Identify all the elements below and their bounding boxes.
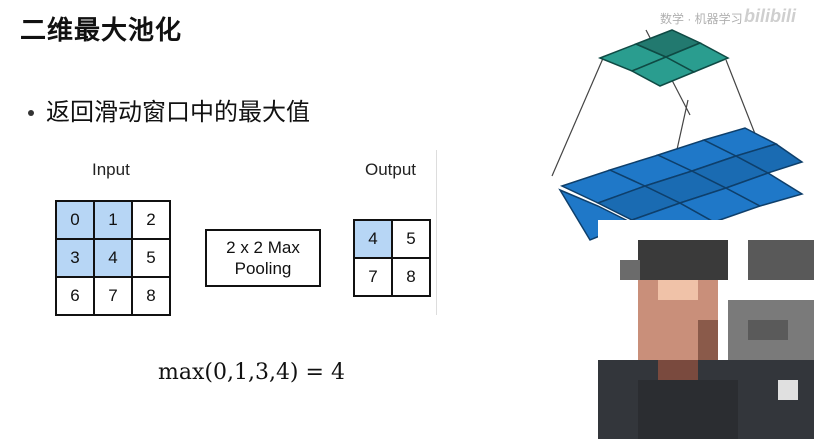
input-cell: 6 <box>55 276 95 316</box>
input-cell: 0 <box>55 200 95 240</box>
input-grid: 0 1 2 3 4 5 6 7 8 <box>55 200 171 316</box>
max-pooling-box: 2 x 2 Max Pooling <box>205 229 321 287</box>
input-cell: 3 <box>55 238 95 278</box>
output-cell: 5 <box>391 219 431 259</box>
output-grid: 4 5 7 8 <box>353 219 431 297</box>
max-formula: max(0,1,3,4) = 4 <box>158 360 345 385</box>
input-cell: 4 <box>93 238 133 278</box>
input-label: Input <box>92 160 130 179</box>
webcam-pixelated-image <box>598 220 814 439</box>
bilibili-logo: bilibili <box>744 6 796 26</box>
output-plane <box>597 29 730 87</box>
pooling-line-1: 2 x 2 Max <box>226 238 300 257</box>
watermark-text: 数学 · 机器学习 <box>660 12 743 26</box>
output-label: Output <box>365 160 417 179</box>
input-cell: 5 <box>131 238 171 278</box>
input-cell: 2 <box>131 200 171 240</box>
output-cell: 7 <box>353 257 393 297</box>
bullet-point: 返回滑动窗口中的最大值 <box>28 92 310 127</box>
divider <box>436 150 437 315</box>
input-cell: 8 <box>131 276 171 316</box>
slide-title: 二维最大池化 <box>20 16 183 46</box>
output-cell: 8 <box>391 257 431 297</box>
input-cell: 1 <box>93 200 133 240</box>
output-cell: 4 <box>353 219 393 259</box>
bullet-text: 返回滑动窗口中的最大值 <box>46 98 310 126</box>
bullet-dot <box>28 110 34 116</box>
pooling-line-2: Pooling <box>234 259 292 278</box>
input-cell: 7 <box>93 276 133 316</box>
